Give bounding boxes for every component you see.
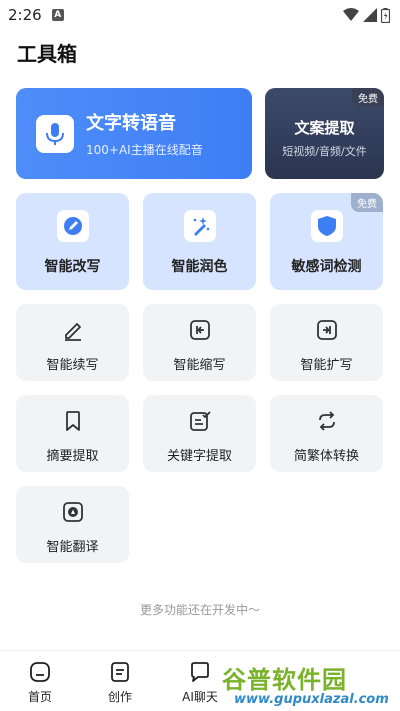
status-bar: 2:26 A	[0, 0, 400, 30]
tool-label: 智能润色	[171, 259, 228, 275]
nav-label: 创作	[107, 690, 132, 704]
free-badge: 免费	[352, 88, 384, 107]
bookmark-icon	[61, 409, 85, 433]
watermark-url: www.gupuxlazal.com	[234, 692, 389, 707]
chat-icon	[191, 662, 209, 682]
page-title: 工具箱	[17, 42, 77, 66]
smart-rewrite-card[interactable]: 智能改写	[16, 193, 129, 290]
watermark: 谷普软件园 www.gupuxlazal.com	[222, 660, 398, 708]
pencil-icon	[61, 318, 85, 342]
copy-extract-subtitle: 短视频/音频/文件	[282, 144, 367, 158]
signal-icon	[363, 8, 377, 22]
tool-label: 智能翻译	[46, 540, 99, 555]
shield-icon	[310, 210, 343, 242]
summary-extract-card[interactable]: 摘要提取	[16, 395, 129, 472]
translate-icon	[61, 500, 85, 524]
more-features-note: 更多功能还在开发中～	[139, 603, 260, 617]
nav-label: AI聊天	[182, 690, 218, 704]
text-to-speech-card[interactable]: 文字转语音 100+AI主播在线配音	[16, 88, 252, 179]
tool-label: 关键字提取	[166, 449, 232, 464]
magic-wand-icon	[183, 210, 216, 242]
smart-expand-card[interactable]: 智能扩写	[270, 304, 383, 381]
free-badge: 免费	[351, 193, 383, 212]
doc-check-icon	[188, 409, 212, 433]
smart-abbreviate-card[interactable]: 智能缩写	[143, 304, 256, 381]
nav-create[interactable]: 创作	[80, 651, 160, 711]
wifi-icon	[343, 8, 359, 21]
expand-icon	[315, 318, 339, 342]
tts-title: 文字转语音	[86, 113, 176, 134]
tool-label: 智能改写	[44, 259, 101, 275]
collapse-icon	[188, 318, 212, 342]
smart-continue-card[interactable]: 智能续写	[16, 304, 129, 381]
nav-label: 首页	[27, 690, 52, 704]
status-time: 2:26	[8, 6, 42, 24]
pen-circle-icon	[56, 210, 89, 242]
sensitive-word-check-card[interactable]: 免费 敏感词检测	[270, 193, 383, 290]
home-icon	[30, 662, 50, 682]
tool-label: 智能续写	[46, 358, 99, 373]
copy-extract-card[interactable]: 免费 文案提取 短视频/音频/文件	[265, 88, 384, 179]
watermark-title: 谷普软件园	[222, 666, 347, 694]
convert-icon	[315, 409, 339, 433]
notification-icon: A	[51, 9, 64, 21]
keyword-extract-card[interactable]: 关键字提取	[143, 395, 256, 472]
simplified-traditional-convert-card[interactable]: 简繁体转换	[270, 395, 383, 472]
tool-label: 敏感词检测	[291, 259, 362, 275]
tool-label: 摘要提取	[46, 449, 99, 464]
tool-label: 简繁体转换	[293, 449, 359, 464]
tts-subtitle: 100+AI主播在线配音	[86, 143, 203, 157]
smart-polish-card[interactable]: 智能润色	[143, 193, 256, 290]
microphone-icon	[36, 114, 74, 153]
tool-label: 智能缩写	[173, 358, 226, 373]
copy-extract-title: 文案提取	[294, 118, 355, 137]
tool-label: 智能扩写	[300, 358, 353, 373]
nav-home[interactable]: 首页	[0, 651, 80, 711]
status-right	[343, 7, 390, 23]
smart-translate-card[interactable]: 智能翻译	[16, 486, 129, 563]
create-icon	[111, 662, 129, 682]
battery-icon	[381, 7, 390, 23]
